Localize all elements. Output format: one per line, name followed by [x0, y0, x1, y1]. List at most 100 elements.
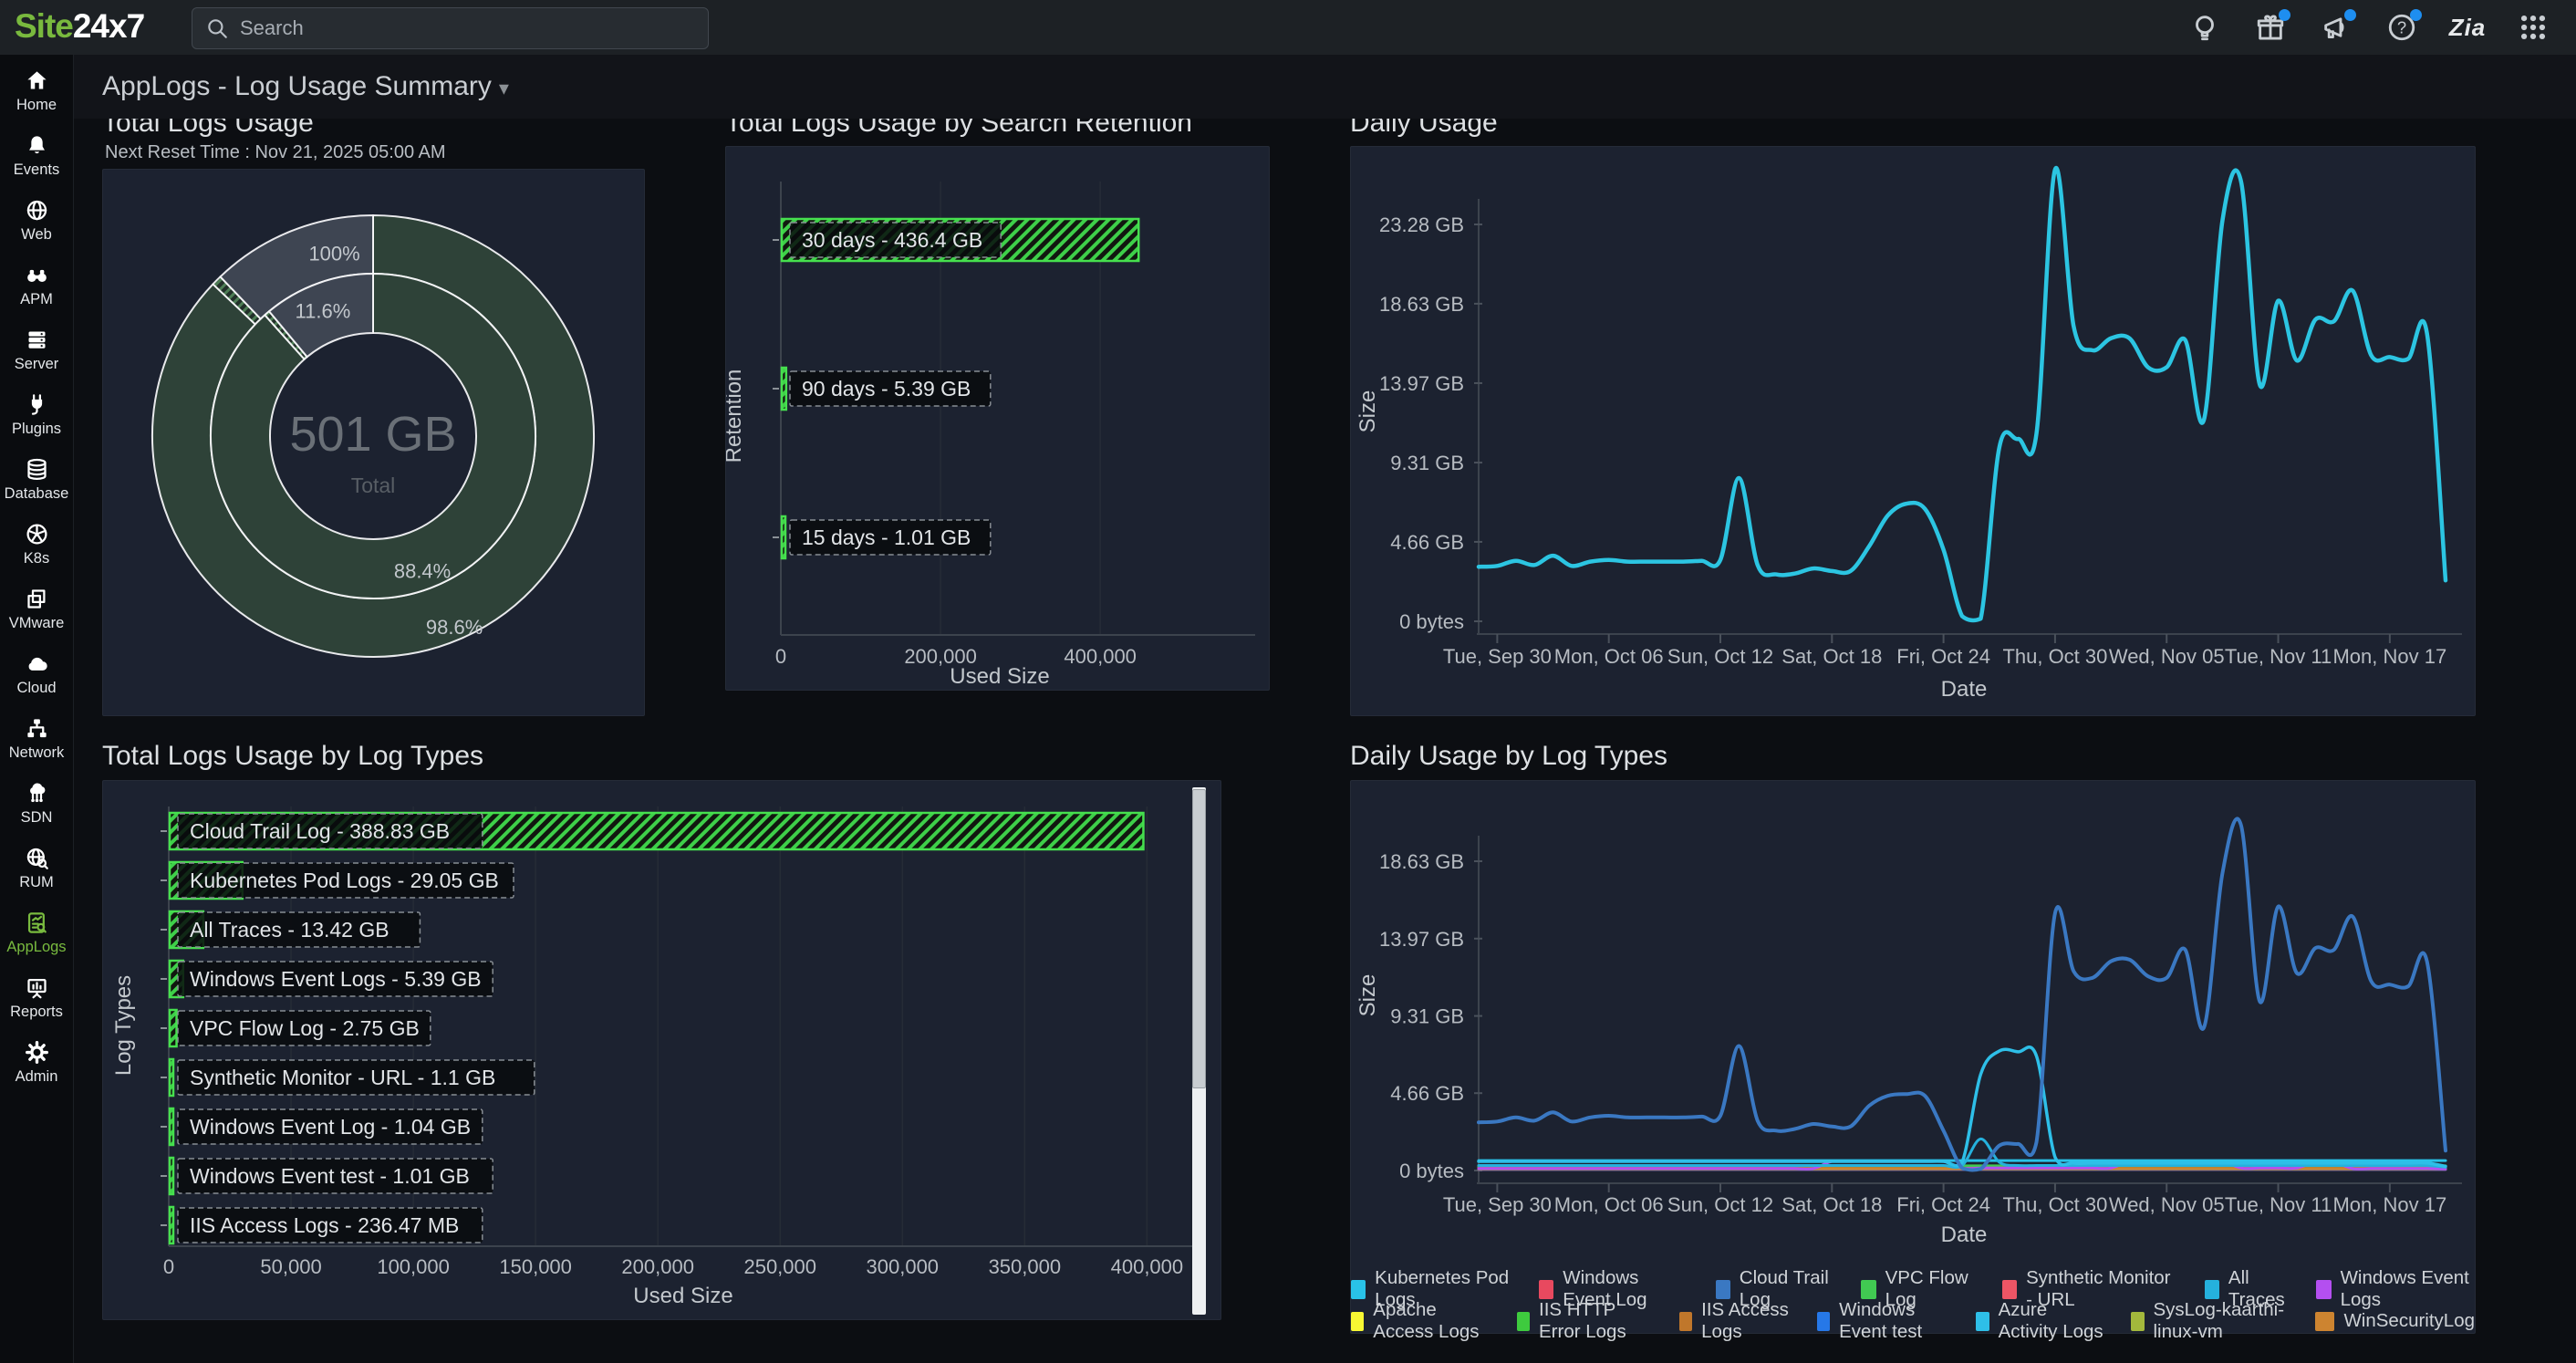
x-tick-label: Tue, Sep 30	[1443, 1193, 1552, 1216]
legend-label: Azure Activity Logs	[1999, 1299, 2106, 1343]
sidebar-item-apm[interactable]: APM	[0, 255, 73, 316]
y-axis-title: Retention	[726, 369, 746, 463]
x-tick-label: Sat, Oct 18	[1781, 645, 1882, 668]
y-tick-label: 4.66 GB	[1390, 1082, 1464, 1105]
bar[interactable]	[170, 1207, 173, 1243]
sidebar-item-server[interactable]: Server	[0, 320, 73, 380]
sidebar-item-network[interactable]: Network	[0, 709, 73, 769]
help-button[interactable]: ?	[2383, 8, 2421, 47]
chart-canvas[interactable]: 050,000100,000150,000200,000250,000300,0…	[103, 781, 1220, 1319]
lightbulb-button[interactable]	[2186, 8, 2224, 47]
y-tick-label: 13.97 GB	[1379, 372, 1464, 395]
x-tick-label: Sun, Oct 12	[1667, 645, 1773, 668]
network-icon	[25, 716, 49, 741]
line-series-daily-usage-gb-[interactable]	[1479, 168, 2446, 620]
bar[interactable]	[170, 1059, 173, 1096]
legend-label: SysLog-kaarthi-linux-vm	[2154, 1299, 2290, 1343]
search-input[interactable]	[238, 16, 680, 41]
bar[interactable]	[782, 368, 786, 410]
apps-grid-icon	[2518, 12, 2549, 43]
chart-canvas[interactable]: 98.6%100%88.4%11.6%501 GBTotal	[103, 170, 644, 715]
legend-label: Windows Event test	[1839, 1299, 1950, 1343]
site24x7-logo[interactable]: Site24x7	[15, 7, 144, 46]
legend-swatch	[1679, 1312, 1692, 1331]
bar-label: Synthetic Monitor - URL - 1.1 GB	[190, 1066, 495, 1089]
sidebar-item-database[interactable]: Database	[0, 450, 73, 510]
y-tick-label: 18.63 GB	[1379, 850, 1464, 873]
x-tick-label: 350,000	[989, 1255, 1062, 1278]
sidebar-item-vmware[interactable]: VMware	[0, 579, 73, 640]
sidebar-item-web[interactable]: Web	[0, 191, 73, 251]
sidebar-item-rum[interactable]: RUM	[0, 838, 73, 899]
bar-label: 15 days - 1.01 GB	[802, 525, 971, 549]
bar[interactable]	[170, 1108, 173, 1145]
sidebar-item-label: SDN	[21, 809, 53, 827]
y-tick-label: 9.31 GB	[1390, 1005, 1464, 1028]
apps-grid-button[interactable]	[2514, 8, 2552, 47]
sidebar-item-cloud[interactable]: Cloud	[0, 644, 73, 704]
x-tick-label: Thu, Oct 30	[2002, 1193, 2107, 1216]
legend-item-azure-activity-logs[interactable]: Azure Activity Logs	[1976, 1299, 2105, 1343]
x-tick-label: 200,000	[621, 1255, 694, 1278]
global-search[interactable]	[192, 7, 709, 49]
bar-label: Kubernetes Pod Logs - 29.05 GB	[190, 869, 499, 892]
x-tick-label: 400,000	[1064, 645, 1137, 668]
sidebar-item-admin[interactable]: Admin	[0, 1033, 73, 1093]
sidebar-item-label: Database	[5, 485, 69, 503]
sidebar-item-label: Reports	[10, 1004, 63, 1021]
applogs-icon	[25, 910, 49, 935]
notification-dot	[2344, 9, 2356, 21]
legend-item-winsecuritylog[interactable]: WinSecurityLog	[2315, 1299, 2475, 1343]
legend-swatch	[2131, 1312, 2144, 1331]
daily-usage-line-chart[interactable]: 0 bytes4.66 GB9.31 GB13.97 GB18.63 GB23.…	[1350, 146, 2476, 716]
legend-item-iis-access-logs[interactable]: IIS Access Logs	[1679, 1299, 1792, 1343]
bar[interactable]	[170, 1010, 177, 1046]
gift-button[interactable]	[2251, 8, 2290, 47]
legend-item-apache-access-logs[interactable]: Apache Access Logs	[1351, 1299, 1491, 1343]
x-tick-label: Sun, Oct 12	[1667, 1193, 1773, 1216]
dashboard-title-dropdown[interactable]: AppLogs - Log Usage Summary ▾	[102, 71, 509, 102]
bar[interactable]	[170, 1158, 173, 1194]
vertical-scrollbar-thumb[interactable]	[1192, 789, 1206, 1088]
sidebar-item-plugins[interactable]: Plugins	[0, 385, 73, 445]
sidebar-item-home[interactable]: Home	[0, 61, 73, 121]
legend-item-syslog-kaarthi-linux-vm[interactable]: SysLog-kaarthi-linux-vm	[2131, 1299, 2290, 1343]
daily-usage-by-log-types-line-chart[interactable]: 0 bytes4.66 GB9.31 GB13.97 GB18.63 GBTue…	[1350, 780, 2476, 1334]
line-series-cloud-trail-log[interactable]	[1479, 818, 2446, 1170]
chart-canvas[interactable]: 0200,000400,00030 days - 436.4 GB90 days…	[726, 147, 1269, 690]
legend-item-windows-event-test[interactable]: Windows Event test	[1817, 1299, 1951, 1343]
chart-canvas[interactable]: 0 bytes4.66 GB9.31 GB13.97 GB18.63 GBTue…	[1351, 781, 2475, 1333]
retention-bar-chart[interactable]: 0200,000400,00030 days - 436.4 GB90 days…	[725, 146, 1270, 691]
sidebar-item-sdn[interactable]: SDN	[0, 774, 73, 834]
megaphone-button[interactable]	[2317, 8, 2355, 47]
sidebar-item-events[interactable]: Events	[0, 126, 73, 186]
donut-slice-label: 11.6%	[296, 300, 351, 323]
notification-dot	[2410, 9, 2422, 21]
log-types-bar-chart[interactable]: 050,000100,000150,000200,000250,000300,0…	[102, 780, 1221, 1320]
panel-subtitle-next-reset: Next Reset Time : Nov 21, 2025 05:00 AM	[105, 142, 446, 163]
chart-canvas[interactable]: 0 bytes4.66 GB9.31 GB13.97 GB18.63 GB23.…	[1351, 147, 2475, 715]
total-logs-usage-donut-chart[interactable]: 98.6%100%88.4%11.6%501 GBTotal	[102, 169, 645, 716]
legend-item-iis-http-error-logs[interactable]: IIS HTTP Error Logs	[1517, 1299, 1654, 1343]
x-tick-label: Wed, Nov 05	[2109, 645, 2225, 668]
legend-swatch	[2316, 1280, 2331, 1299]
app-root: Site24x7 ? Zia HomeEventsWebAPMServerPlug…	[0, 0, 2576, 1363]
bar[interactable]	[782, 516, 785, 558]
bar-label: All Traces - 13.42 GB	[190, 918, 390, 942]
sidebar-item-reports[interactable]: Reports	[0, 968, 73, 1028]
x-tick-label: 50,000	[260, 1255, 321, 1278]
sidebar-item-k8s[interactable]: K8s	[0, 515, 73, 575]
line-series-azure-activity-logs[interactable]	[1479, 1047, 2446, 1167]
zia-button[interactable]: Zia	[2448, 8, 2487, 47]
x-tick-label: Sat, Oct 18	[1781, 1193, 1882, 1216]
page-title: AppLogs - Log Usage Summary	[102, 71, 492, 101]
x-axis-title: Date	[1941, 1223, 1988, 1247]
bar-label: Windows Event test - 1.01 GB	[190, 1164, 470, 1188]
reports-icon	[25, 975, 49, 1000]
legend-swatch	[1539, 1280, 1553, 1299]
web-icon	[25, 198, 49, 223]
sidebar-item-label: Network	[9, 744, 65, 762]
sidebar-item-applogs[interactable]: AppLogs	[0, 903, 73, 963]
chevron-down-icon: ▾	[499, 77, 509, 99]
sidebar-item-label: Cloud	[16, 680, 56, 697]
